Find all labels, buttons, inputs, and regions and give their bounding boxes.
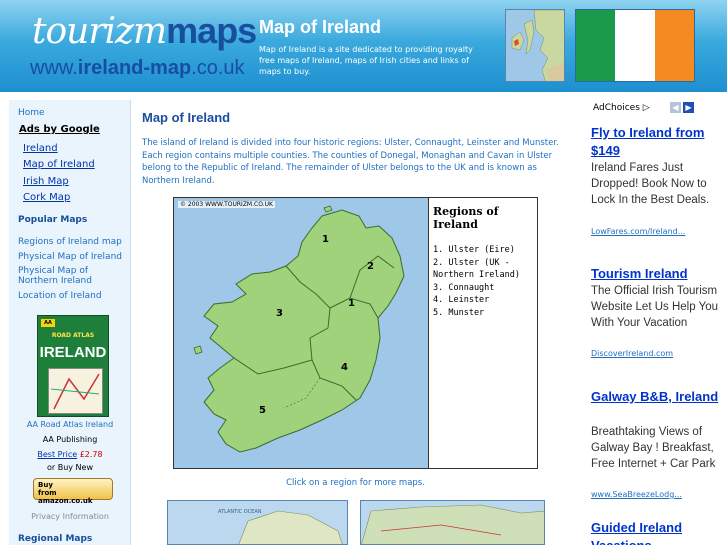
header-title: Map of Ireland xyxy=(259,17,382,37)
ireland-flag xyxy=(575,9,695,82)
ad-url[interactable]: LowFares.com/Ireland... xyxy=(591,227,685,236)
ad-title-link[interactable]: Fly to Ireland from $149 xyxy=(591,124,723,160)
intro-paragraph: The island of Ireland is divided into fo… xyxy=(142,138,559,186)
book-title-link[interactable]: AA Road Atlas Ireland xyxy=(9,420,131,429)
book-publisher: AA Publishing xyxy=(42,435,98,444)
logo-word-bold: maps xyxy=(166,10,257,51)
sidebar-ad-link[interactable]: Map of Ireland xyxy=(23,159,95,170)
flag-white-stripe xyxy=(615,10,655,81)
flag-green-stripe xyxy=(576,10,616,81)
sidebar-ad-link[interactable]: Ireland xyxy=(23,143,58,154)
popular-maps-heading: Popular Maps xyxy=(18,215,88,225)
book-cover-title: IRELAND xyxy=(39,344,107,361)
privacy-link[interactable]: Privacy Information xyxy=(9,512,131,521)
adchoices-icon: ▷ xyxy=(642,103,650,113)
best-price-link[interactable]: Best Price xyxy=(37,450,77,459)
or-buy-new: or Buy New xyxy=(46,463,93,472)
popular-map-link[interactable]: Physical Map of Northern Ireland xyxy=(18,266,123,286)
legend-item: 2. Ulster (UK - Northern Ireland) xyxy=(433,257,520,281)
ad-prev-arrow-icon[interactable]: ◀ xyxy=(670,102,681,113)
thumb-map-svg: ATLANTIC OCEAN xyxy=(218,509,343,544)
book-cover-image[interactable]: AA ROAD ATLAS IRELAND xyxy=(37,315,109,417)
legend-title: Regions of Ireland xyxy=(433,205,499,231)
sidebar-ad-link[interactable]: Irish Map xyxy=(23,176,69,187)
right-ad-column: AdChoices ▷ ◀ ▶ Fly to Ireland from $149… xyxy=(578,100,727,545)
ad-body: Ireland Fares Just Dropped! Book Now to … xyxy=(591,162,710,206)
ad-url[interactable]: www.SeaBreezeLodg... xyxy=(591,490,682,499)
book-cover-top: ROAD ATLAS xyxy=(51,332,95,339)
ireland-map-svg: 1 2 1 3 4 5 xyxy=(193,205,405,453)
sidebar-ad-link[interactable]: Cork Map xyxy=(23,192,70,203)
book-price-line: Best Price £2.78 xyxy=(9,450,131,459)
ad-body: Breathtaking Views of Galway Bay ! Break… xyxy=(591,426,716,470)
ad-title-link[interactable]: Tourism Ireland xyxy=(591,265,723,283)
legend-item: 1. Ulster (Eire) xyxy=(433,245,515,255)
legend-item: 3. Connaught xyxy=(433,282,495,293)
northern-ireland-map-thumbnail[interactable] xyxy=(360,500,545,545)
logo-domain: www.ireland-map.co.uk xyxy=(30,57,245,79)
ads-by-google-link[interactable]: Ads by Google xyxy=(19,124,100,135)
ad-url[interactable]: DiscoverIreland.com xyxy=(591,349,673,358)
legend-item: 5. Munster xyxy=(433,307,485,318)
flag-orange-stripe xyxy=(654,10,694,81)
island xyxy=(193,345,203,355)
region-number[interactable]: 4 xyxy=(341,362,348,373)
ad-body: The Official Irish Tourism Website Let U… xyxy=(591,285,719,329)
site-logo[interactable]: tourizmmaps xyxy=(32,10,257,52)
physical-map-thumbnail[interactable]: ATLANTIC OCEAN xyxy=(167,500,348,545)
popular-map-link[interactable]: Location of Ireland xyxy=(18,291,102,301)
map-caption: Click on a region for more maps. xyxy=(286,478,425,488)
regional-maps-heading: Regional Maps xyxy=(18,534,93,544)
thumb-ocean-label: ATLANTIC OCEAN xyxy=(218,509,262,515)
map-copyright: © 2003 WWW.TOURIZM.CO.UK xyxy=(178,201,275,208)
thumb-map-svg xyxy=(361,504,544,544)
adchoices-label[interactable]: AdChoices ▷ xyxy=(593,103,650,113)
book-cover-map xyxy=(48,368,103,414)
region-number[interactable]: 2 xyxy=(367,261,374,272)
region-number[interactable]: 1 xyxy=(322,234,329,245)
buy-from-amazon-button[interactable]: Buy from amazon.co.uk xyxy=(33,478,113,505)
ad-next-arrow-icon[interactable]: ▶ xyxy=(683,102,694,113)
book-price: £2.78 xyxy=(79,450,103,459)
aa-logo: AA xyxy=(41,319,55,327)
regions-of-ireland-map[interactable]: 1 2 1 3 4 5 © 2003 WWW.TOURIZM.CO.UK Reg… xyxy=(173,197,538,469)
logo-word: tourizm xyxy=(32,11,167,52)
region-number[interactable]: 1 xyxy=(348,298,355,309)
region-number[interactable]: 3 xyxy=(276,308,283,319)
ad-title-link[interactable]: Guided Ireland Vacations xyxy=(591,519,723,545)
header-description: Map of Ireland is a site dedicated to pr… xyxy=(259,45,473,76)
left-sidebar: Home Ads by Google Ireland Map of Irelan… xyxy=(9,100,131,545)
legend-item: 4. Leinster xyxy=(433,295,490,305)
legend-list: 1. Ulster (Eire) 2. Ulster (UK - Norther… xyxy=(433,244,537,319)
map-legend: Regions of Ireland 1. Ulster (Eire) 2. U… xyxy=(428,198,537,468)
europe-location-map[interactable] xyxy=(505,9,565,82)
site-header: tourizmmaps www.ireland-map.co.uk Map of… xyxy=(0,0,727,92)
region-number[interactable]: 5 xyxy=(259,405,266,416)
ad-title-link[interactable]: Galway B&B, Ireland xyxy=(591,388,723,406)
popular-map-link[interactable]: Regions of Ireland map xyxy=(18,237,122,247)
home-link[interactable]: Home xyxy=(18,108,45,118)
popular-map-link[interactable]: Physical Map of Ireland xyxy=(18,252,122,262)
page-title: Map of Ireland xyxy=(142,110,231,125)
island xyxy=(323,205,333,213)
ireland-landmass xyxy=(203,209,405,453)
